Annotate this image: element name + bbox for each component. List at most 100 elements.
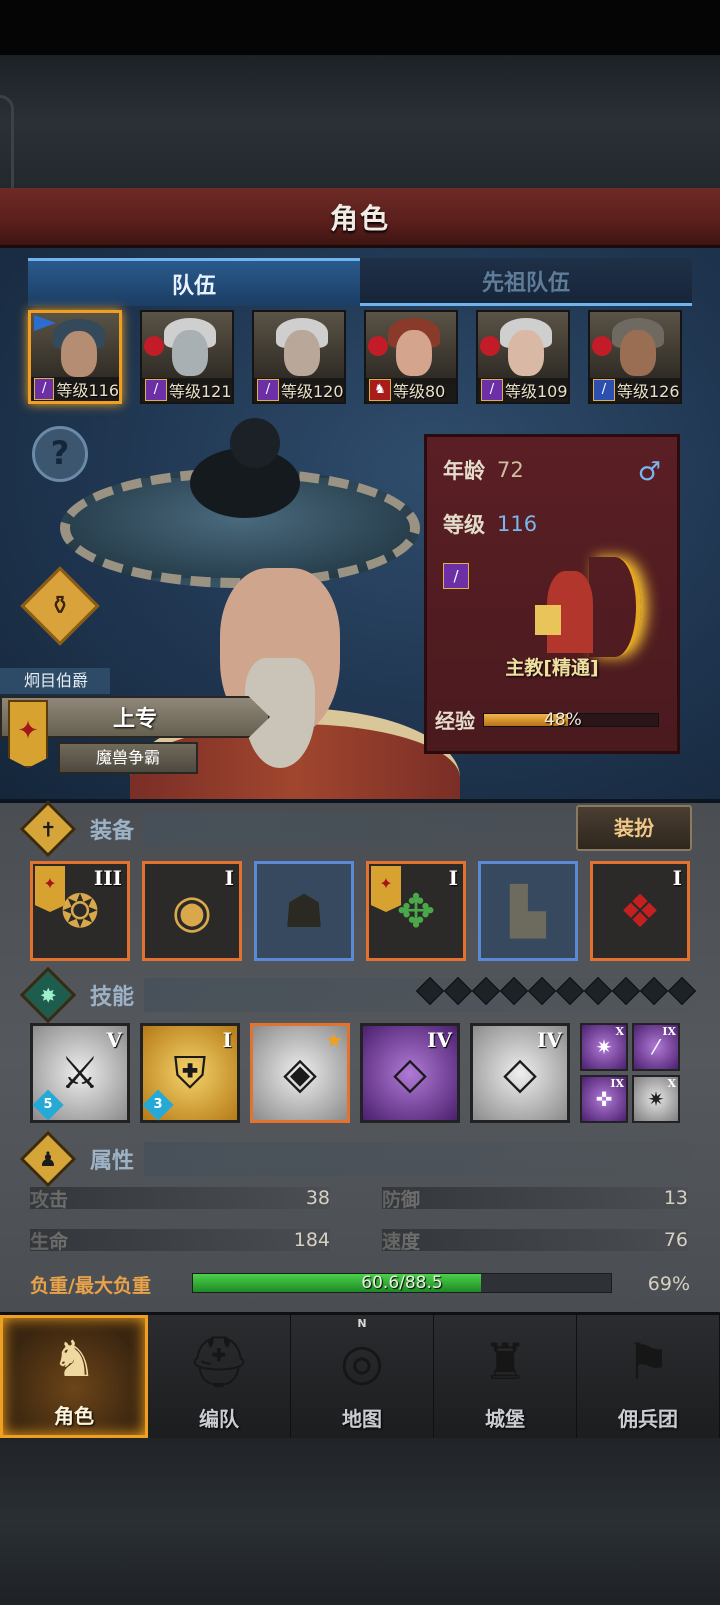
level-label: 等级109: [505, 382, 568, 401]
roster-member-3[interactable]: / 等级120: [252, 310, 346, 404]
faction-plate: 魔兽争霸: [58, 742, 198, 774]
class-figure: [507, 557, 657, 657]
title-banner: 角色: [0, 188, 720, 248]
skill-spear-aura[interactable]: ⚔ V 5: [30, 1023, 130, 1123]
passive-skill-3[interactable]: ✜ IX: [580, 1075, 628, 1123]
class-name: 主教[精通]: [505, 657, 599, 679]
passive-skill-2[interactable]: ⁄ IX: [632, 1023, 680, 1071]
skill-heal-shield[interactable]: ⛨ I 3: [140, 1023, 240, 1123]
dress-up-button[interactable]: 装扮: [576, 805, 692, 851]
hood-icon: ☗: [283, 884, 325, 938]
level-value: 116: [497, 512, 538, 536]
roster-member-6[interactable]: / 等级126: [588, 310, 682, 404]
age-label: 年龄: [443, 459, 485, 483]
attributes-label: 属性: [90, 1149, 135, 1174]
male-icon: ♂: [637, 457, 661, 487]
star-icon: ★: [325, 1028, 343, 1052]
hero-panel: 队伍 先祖队伍 / 等级116 /等级121 /等级120 ♞ 等级80 /等级10…: [0, 248, 720, 803]
burst-icon: ✷: [647, 1087, 665, 1111]
rose-badge-icon: [144, 336, 164, 356]
carry-weight-row: 负重/最大负重 60.6/88.5 69%: [30, 1269, 690, 1299]
castle-icon: ♜: [482, 1333, 528, 1391]
tab-team[interactable]: 队伍: [28, 258, 360, 306]
wand-icon: ⁄: [654, 1035, 658, 1059]
slot-diamond: [667, 976, 697, 1006]
hero-portrait: [142, 312, 232, 384]
rose-badge-icon: [368, 336, 388, 356]
equip-slot-tome[interactable]: ◉ I: [142, 861, 242, 961]
nav-character[interactable]: ♞ 角色: [0, 1315, 148, 1438]
nav-map[interactable]: N ◎ 地图: [291, 1315, 434, 1438]
exp-row: 经验 48%: [435, 705, 659, 734]
equip-slot-shoulder[interactable]: ❂ ✦ III: [30, 861, 130, 961]
skills-label: 技能: [90, 985, 135, 1010]
person-icon: ♟: [19, 1130, 77, 1188]
roster: / 等级116 /等级121 /等级120 ♞ 等级80 /等级109 /等级126: [28, 310, 692, 405]
faction-banner-icon: ✦: [8, 700, 48, 768]
rank-label: 上专: [112, 707, 157, 732]
roster-member-1[interactable]: / 等级116: [28, 310, 122, 404]
cross-icon: ✝: [19, 800, 77, 858]
page-title: 角色: [329, 201, 390, 235]
stone-background-bottom: [0, 1438, 720, 1605]
stat-value: 76: [663, 1229, 688, 1251]
slot-diamond: [471, 976, 501, 1006]
staff-icon: /: [34, 378, 55, 400]
hero-info-card: 年龄 72 ♂ 等级 116 / 主教[精通] 经验 48%: [424, 434, 680, 754]
potion-icon: ⚱: [49, 591, 71, 621]
passive-skill-4[interactable]: ✷ X: [632, 1075, 680, 1123]
star-badge-icon: ✸: [19, 966, 77, 1024]
slot-diamond: [499, 976, 529, 1006]
skill-crystal-hand-2[interactable]: ◇ IV: [470, 1023, 570, 1123]
sword-icon: /: [593, 379, 615, 401]
mercenary-icon: ⚑: [625, 1333, 671, 1391]
level-label: 等级126: [617, 382, 680, 401]
passive-skills-grid: ✷ X ⁄ IX ✜ IX ✷ X: [580, 1023, 680, 1123]
nav-castle[interactable]: ♜ 城堡: [434, 1315, 577, 1438]
stat-attack: 攻击 38: [30, 1183, 330, 1213]
level-label: 等级120: [281, 382, 344, 401]
slot-diamond: [611, 976, 641, 1006]
slot-diamond: [639, 976, 669, 1006]
roster-member-5[interactable]: / 等级109: [476, 310, 570, 404]
equip-slot-hood[interactable]: ☗: [254, 861, 354, 961]
passive-skill-1[interactable]: ✷ X: [580, 1023, 628, 1071]
exp-label: 经验: [435, 709, 475, 733]
carry-weight-bar: 60.6/88.5: [192, 1273, 612, 1293]
age-value: 72: [497, 458, 524, 482]
equip-slot-boots[interactable]: ▙: [478, 861, 578, 961]
staff-icon: /: [443, 563, 469, 589]
helmet-icon: ⛑: [187, 1332, 251, 1391]
staff-icon: /: [481, 379, 503, 401]
skill-crystal-heal[interactable]: ◈ ★: [250, 1023, 350, 1123]
nav-mercenary[interactable]: ⚑ 佣兵团: [577, 1315, 720, 1438]
tab-ancestor-team[interactable]: 先祖队伍: [360, 258, 692, 306]
stat-defense: 防御 13: [382, 1183, 688, 1213]
bottom-nav: ♞ 角色 ⛑ 编队 N ◎ 地图 ♜ 城堡 ⚑ 佣兵团: [0, 1312, 720, 1438]
burst-icon: ✷: [595, 1035, 613, 1059]
carry-weight-value: 60.6/88.5: [361, 1273, 443, 1293]
slot-diamond: [527, 976, 557, 1006]
skill-slot-indicators: [415, 976, 697, 1006]
equipment-row: ❂ ✦ III ◉ I ☗ ✥ ✦ I ▙ ❖ I: [30, 861, 694, 963]
hero-portrait: [590, 312, 680, 384]
details-panel: ✝ 装备 装扮 ❂ ✦ III ◉ I ☗ ✥ ✦ I ▙ ❖ I ✸ 技能 ⚔ V 5 ⛨ I 3…: [0, 800, 720, 1315]
slot-diamond: [443, 976, 473, 1006]
nav-formation[interactable]: ⛑ 编队: [148, 1315, 291, 1438]
equip-slot-charm[interactable]: ❖ I: [590, 861, 690, 961]
roster-member-2[interactable]: / 等级121: [140, 310, 234, 404]
compass-north-label: N: [357, 1317, 367, 1330]
help-button[interactable]: ?: [32, 426, 88, 482]
skill-crystal-hand[interactable]: ◇ IV: [360, 1023, 460, 1123]
hero-portrait: [254, 312, 344, 384]
level-label: 等级116: [56, 381, 119, 400]
equip-slot-chest[interactable]: ✥ ✦ I: [366, 861, 466, 961]
level-label: 等级121: [169, 382, 232, 401]
roster-member-4[interactable]: ♞ 等级80: [364, 310, 458, 404]
carry-weight-percent: 69%: [647, 1273, 690, 1295]
stat-speed: 速度 76: [382, 1225, 688, 1255]
hero-portrait: [31, 313, 119, 385]
status-bar: [0, 0, 720, 55]
rose-badge-icon: [480, 336, 500, 356]
level-row: 等级 116: [443, 509, 537, 539]
